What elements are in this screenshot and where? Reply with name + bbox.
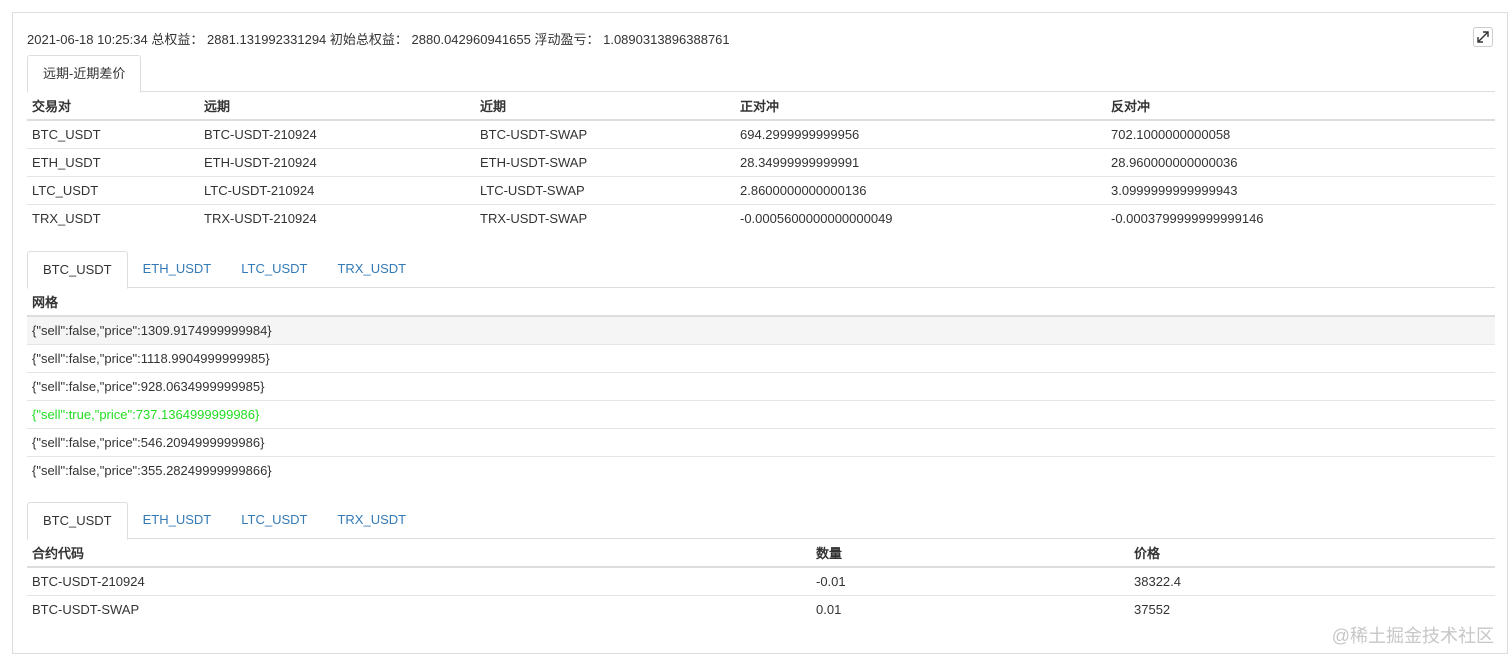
tab-spread[interactable]: 远期-近期差价 bbox=[27, 55, 142, 93]
total-equity-label: 总权益： bbox=[151, 32, 204, 47]
table-header-row: 网格 bbox=[27, 288, 1495, 317]
table-cell: ETH_USDT bbox=[27, 148, 199, 177]
table-cell: BTC-USDT-210924 bbox=[199, 120, 475, 149]
column-header: 合约代码 bbox=[27, 539, 811, 568]
table-row: {"sell":false,"price":928.0634999999985} bbox=[27, 372, 1495, 401]
table-cell: 3.0999999999999943 bbox=[1106, 176, 1495, 205]
tab-positions-trx-usdt[interactable]: TRX_USDT bbox=[322, 502, 421, 539]
tab-positions-ltc-usdt[interactable]: LTC_USDT bbox=[226, 502, 322, 539]
table-cell: 28.34999999999991 bbox=[735, 148, 1106, 177]
table-row: {"sell":false,"price":1118.9904999999985… bbox=[27, 344, 1495, 373]
table-cell: 37552 bbox=[1134, 601, 1171, 617]
column-header: 交易对 bbox=[27, 92, 199, 121]
table-header-row: 合约代码 数量 价格 bbox=[27, 539, 1495, 568]
floating-pnl-value: 1.0890313896388761 bbox=[603, 32, 730, 47]
tab-grid-btc-usdt[interactable]: BTC_USDT bbox=[27, 251, 128, 289]
grid-tabs: BTC_USDT ETH_USDT LTC_USDT TRX_USDT bbox=[27, 251, 1495, 289]
column-header: 价格 bbox=[1129, 539, 1495, 568]
positions-tabs: BTC_USDT ETH_USDT LTC_USDT TRX_USDT bbox=[27, 502, 1495, 540]
initial-equity-label: 初始总权益： bbox=[329, 32, 408, 47]
table-cell: {"sell":false,"price":1118.9904999999985… bbox=[27, 344, 1495, 373]
table-cell: {"sell":true,"price":737.1364999999986} bbox=[27, 400, 1495, 429]
tab-positions-eth-usdt[interactable]: ETH_USDT bbox=[128, 502, 227, 539]
table-cell: {"sell":false,"price":546.2094999999986} bbox=[27, 428, 1495, 457]
column-header: 数量 bbox=[811, 539, 1129, 568]
tab-positions-btc-usdt[interactable]: BTC_USDT bbox=[27, 502, 128, 540]
table-cell: 28.960000000000036 bbox=[1106, 148, 1495, 177]
column-header: 近期 bbox=[475, 92, 735, 121]
column-header: 网格 bbox=[27, 288, 1495, 317]
positions-table: 合约代码 数量 价格 BTC-USDT-210924 -0.01 38322.4… bbox=[27, 539, 1495, 623]
table-row: ETH_USDT ETH-USDT-210924 ETH-USDT-SWAP 2… bbox=[27, 148, 1495, 177]
floating-pnl-label: 浮动盈亏： bbox=[534, 32, 600, 47]
table-cell: TRX_USDT bbox=[32, 210, 101, 226]
table-row: TRX_USDT TRX-USDT-210924 TRX-USDT-SWAP -… bbox=[27, 204, 1495, 232]
table-cell: BTC-USDT-SWAP bbox=[32, 601, 140, 617]
header-datetime: 2021-06-18 10:25:34 bbox=[27, 32, 148, 47]
status-header: 2021-06-18 10:25:34 总权益： 2881.1319923312… bbox=[27, 29, 730, 48]
table-row: LTC_USDT LTC-USDT-210924 LTC-USDT-SWAP 2… bbox=[27, 176, 1495, 205]
table-row: BTC-USDT-SWAP 0.01 37552 bbox=[27, 595, 1495, 623]
table-row-highlighted: {"sell":true,"price":737.1364999999986} bbox=[27, 400, 1495, 429]
table-cell: BTC-USDT-SWAP bbox=[475, 120, 735, 149]
total-equity-value: 2881.131992331294 bbox=[206, 32, 327, 47]
spread-tabs: 远期-近期差价 bbox=[27, 55, 1495, 93]
column-header: 正对冲 bbox=[735, 92, 1106, 121]
table-cell: -0.01 bbox=[811, 567, 1129, 596]
initial-equity-value: 2880.042960941655 bbox=[411, 32, 531, 47]
table-cell: {"sell":false,"price":355.28249999999866… bbox=[32, 462, 272, 478]
table-row: {"sell":false,"price":1309.9174999999984… bbox=[27, 316, 1495, 345]
column-header: 反对冲 bbox=[1106, 92, 1495, 121]
expand-icon bbox=[1477, 31, 1489, 43]
table-cell: BTC_USDT bbox=[27, 120, 199, 149]
table-cell: 702.1000000000058 bbox=[1106, 120, 1495, 149]
table-cell: LTC_USDT bbox=[27, 176, 199, 205]
table-cell: ETH-USDT-SWAP bbox=[475, 148, 735, 177]
table-cell: 38322.4 bbox=[1129, 567, 1495, 596]
table-row: {"sell":false,"price":546.2094999999986} bbox=[27, 428, 1495, 457]
watermark: @稀土掘金技术社区 bbox=[1331, 626, 1494, 646]
spread-table: 交易对 远期 近期 正对冲 反对冲 BTC_USDT BTC-USDT-2109… bbox=[27, 92, 1495, 232]
table-cell: ETH-USDT-210924 bbox=[199, 148, 475, 177]
table-cell: 694.2999999999956 bbox=[735, 120, 1106, 149]
table-cell: BTC-USDT-210924 bbox=[27, 567, 811, 596]
table-cell: -0.0003799999999999146 bbox=[1111, 210, 1264, 226]
table-cell: TRX-USDT-SWAP bbox=[480, 210, 588, 226]
table-header-row: 交易对 远期 近期 正对冲 反对冲 bbox=[27, 92, 1495, 121]
status-panel: 2021-06-18 10:25:34 总权益： 2881.1319923312… bbox=[12, 12, 1508, 654]
table-cell: LTC-USDT-SWAP bbox=[475, 176, 735, 205]
table-row: BTC-USDT-210924 -0.01 38322.4 bbox=[27, 567, 1495, 596]
table-row: BTC_USDT BTC-USDT-210924 BTC-USDT-SWAP 6… bbox=[27, 120, 1495, 149]
table-cell: {"sell":false,"price":928.0634999999985} bbox=[27, 372, 1495, 401]
tab-grid-eth-usdt[interactable]: ETH_USDT bbox=[128, 251, 227, 288]
table-cell: TRX-USDT-210924 bbox=[204, 210, 317, 226]
grid-table: 网格 {"sell":false,"price":1309.9174999999… bbox=[27, 288, 1495, 484]
table-cell: -0.0005600000000000049 bbox=[740, 210, 893, 226]
table-cell: LTC-USDT-210924 bbox=[199, 176, 475, 205]
tab-grid-ltc-usdt[interactable]: LTC_USDT bbox=[226, 251, 322, 288]
table-row: {"sell":false,"price":355.28249999999866… bbox=[27, 456, 1495, 484]
expand-button[interactable] bbox=[1473, 27, 1493, 47]
table-cell: {"sell":false,"price":1309.9174999999984… bbox=[27, 316, 1495, 345]
tab-grid-trx-usdt[interactable]: TRX_USDT bbox=[322, 251, 421, 288]
table-cell: 0.01 bbox=[816, 601, 842, 617]
column-header: 远期 bbox=[199, 92, 475, 121]
table-cell: 2.8600000000000136 bbox=[735, 176, 1106, 205]
